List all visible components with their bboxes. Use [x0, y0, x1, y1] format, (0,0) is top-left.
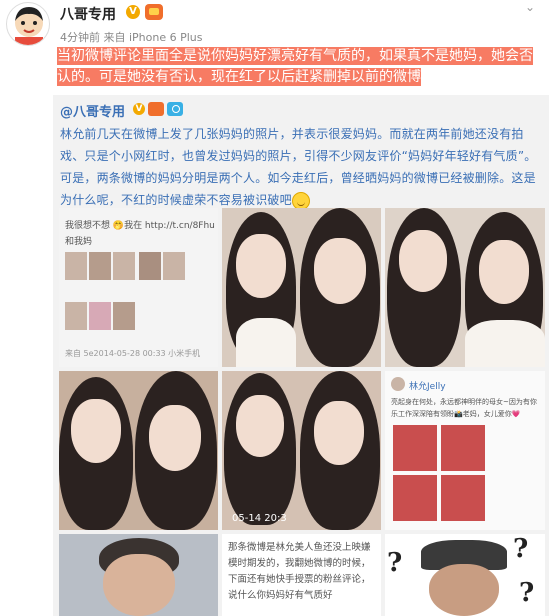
post-text: 当初微博评论里面全是说你妈妈好漂亮好有气质的，如果真不是她妈，她会否认的。可是她… [57, 46, 543, 88]
face-shape [429, 564, 499, 616]
photo-thumb [441, 475, 485, 521]
shirt-shape [465, 320, 545, 367]
image-5[interactable]: 05-14 20:3 [222, 371, 381, 530]
more-icon[interactable]: ⌄ [525, 1, 539, 13]
face-shape [103, 554, 175, 616]
image-grid: 我很想不想 🤭我在 http://t.cn/8Fhu 和我妈 来自 5e2014… [59, 208, 545, 616]
user-name[interactable]: 八哥专用 [60, 4, 116, 24]
image-4[interactable] [59, 371, 218, 530]
face-shape [314, 238, 366, 304]
avatar[interactable] [6, 2, 50, 46]
shirt-shape [236, 318, 296, 367]
image-3[interactable] [385, 208, 545, 367]
photo-thumb [163, 252, 185, 280]
question-mark-icon: ? [519, 578, 535, 608]
screenshot-text-1: 亮起身在何处，永远都神明伴的母女~因为有你 [391, 398, 537, 406]
photo-thumb [89, 302, 111, 330]
highlighted-text: 当初微博评论里面全是说你妈妈好漂亮好有气质的，如果真不是她妈，她会否认的。可是她… [57, 47, 533, 86]
photo-thumb [89, 252, 111, 280]
image-1[interactable]: 我很想不想 🤭我在 http://t.cn/8Fhu 和我妈 来自 5e2014… [59, 208, 218, 367]
post-header: 八哥专用 V 4分钟前 来自 iPhone 6 Plus ⌄ [0, 0, 549, 46]
image-8[interactable]: 那条微博是林允美人鱼还没上映嫌模时期发的，我翻她微博的时候，下面还有她快手授票的… [222, 534, 381, 616]
face-shape [236, 234, 286, 298]
avatar [391, 377, 405, 391]
question-mark-icon: ? [513, 534, 529, 564]
photo-thumb [113, 302, 135, 330]
photo-thumb [65, 302, 87, 330]
photo-timestamp: 05-14 20:3 [232, 513, 287, 524]
repost-author[interactable]: @八哥专用 [60, 101, 125, 120]
face-shape [479, 240, 529, 304]
image-7[interactable] [59, 534, 218, 616]
photo-thumb [393, 425, 437, 471]
image-6[interactable]: 林允Jelly 亮起身在何处，永远都神明伴的母女~因为有你 乐工作深深陪有领盼📸… [385, 371, 545, 530]
smile-icon [291, 191, 310, 210]
photo-thumb [113, 252, 135, 280]
vip-icon [145, 4, 163, 20]
face-shape [149, 405, 201, 471]
screenshot-text-2: 乐工作深深陪有领盼📸老妈，女儿爱你💗 [391, 410, 521, 418]
camera-icon [167, 102, 183, 116]
verified-icon: V [126, 5, 140, 19]
vip-icon [148, 102, 164, 116]
face-shape [399, 230, 447, 292]
reposted-card[interactable]: @八哥专用 V 林允前几天在微博上发了几张妈妈的照片，并表示很爱妈妈。而就在两年… [53, 95, 549, 616]
repost-body: 林允前几天在微博上发了几张妈妈的照片，并表示很爱妈妈。而就在两年前她还没有拍戏、… [60, 123, 544, 211]
image-9[interactable]: ? ? ? [385, 534, 545, 616]
question-mark-icon: ? [387, 548, 403, 578]
photo-thumb [65, 252, 87, 280]
screenshot-line-1: 我很想不想 🤭我在 http://t.cn/8Fhu [65, 221, 215, 231]
face-shape [314, 401, 364, 465]
image-2[interactable] [222, 208, 381, 367]
screenshot-user-name: 林允Jelly [409, 382, 446, 392]
post-meta: 4分钟前 来自 iPhone 6 Plus [60, 31, 203, 44]
screenshot-line-2: 和我妈 [65, 237, 93, 247]
verified-icon: V [133, 103, 145, 115]
screenshot-footer: 来自 5e2014-05-28 00:33 小米手机 [65, 349, 201, 358]
face-shape [236, 395, 284, 457]
screenshot-comment: 那条微博是林允美人鱼还没上映嫌模时期发的，我翻她微博的时候，下面还有她快手授票的… [228, 542, 371, 601]
face-shape [71, 399, 121, 463]
photo-thumb [139, 252, 161, 280]
photo-thumb [441, 425, 485, 471]
photo-thumb [393, 475, 437, 521]
